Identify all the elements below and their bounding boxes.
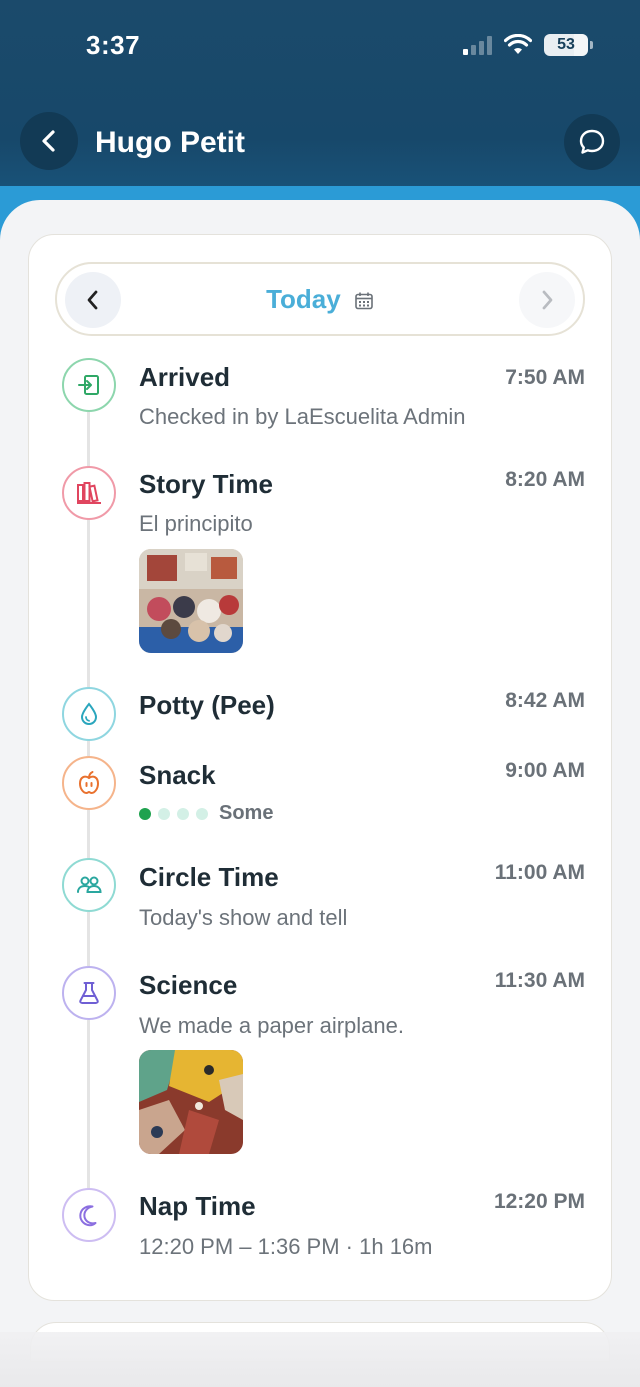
apple-icon [62,756,116,810]
timeline-line [87,412,90,470]
amount-dot [139,807,151,820]
battery-level: 53 [557,36,575,53]
amount-indicator: Some [139,802,273,825]
event-title: Science [139,970,238,1000]
timeline-line [87,740,90,756]
chevron-right-icon [542,290,553,310]
cellular-signal-icon [463,35,492,55]
event-time: 8:20 AM [505,468,585,491]
event-subtitle: El principito [139,511,253,536]
status-icons: 53 [463,34,593,56]
event-time: 9:00 AM [505,759,585,782]
event-photo[interactable] [139,549,243,653]
page-title: Hugo Petit [95,126,245,159]
event-subtitle: Checked in by LaEscuelita Admin [139,404,466,429]
group-icon [62,858,116,912]
books-icon [62,466,116,520]
timeline-line [87,519,90,687]
event-time: 12:20 PM [493,1190,585,1213]
chevron-left-icon [42,130,55,152]
bottom-fade [0,1332,640,1387]
date-navigator: Today [55,262,585,336]
message-button[interactable] [564,114,620,170]
next-day-button[interactable] [519,272,575,328]
amount-dot [196,807,208,820]
chat-bubble-icon [579,129,605,154]
event-title: Story Time [139,469,273,499]
timeline-line [87,1020,90,1188]
flask-icon [62,966,116,1020]
event-subtitle: We made a paper airplane. [139,1013,404,1038]
water-drop-icon [62,687,116,741]
event-title: Snack [139,760,216,790]
event-title: Nap Time [139,1191,256,1221]
event-title: Potty (Pee) [139,690,275,720]
amount-dot [158,807,170,820]
amount-dot [177,807,189,820]
event-subtitle: Today's show and tell [139,905,348,930]
moon-icon [62,1188,116,1242]
event-photo[interactable] [139,1050,243,1154]
timeline-line [87,810,90,858]
back-button[interactable] [20,112,78,170]
check-in-icon [62,358,116,412]
event-time: 8:42 AM [505,689,585,712]
amount-label: Some [219,802,274,824]
event-time: 7:50 AM [505,366,585,389]
event-subtitle: 12:20 PM – 1:36 PM · 1h 16m [139,1234,433,1259]
timeline-line [87,912,90,966]
wifi-icon [504,34,532,54]
battery-indicator: 53 [544,34,593,56]
event-title: Circle Time [139,862,279,892]
date-label[interactable]: Today [57,284,583,315]
date-label-text: Today [266,284,341,314]
event-time: 11:00 AM [494,861,585,884]
event-title: Arrived [139,362,231,392]
calendar-icon [355,292,373,310]
status-time: 3:37 [86,30,141,60]
event-time: 11:30 AM [494,969,585,992]
